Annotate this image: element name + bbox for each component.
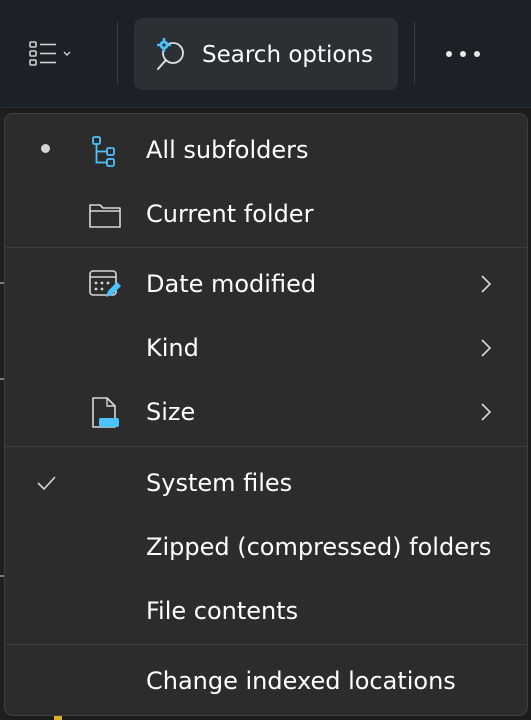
search-options-button[interactable]: Search options — [134, 18, 398, 90]
menu-item-zipped-folders[interactable]: Zipped (compressed) folders — [5, 517, 527, 577]
menu-item-label: All subfolders — [146, 136, 309, 164]
menu-item-label: Current folder — [146, 200, 314, 228]
menu-item-label: Date modified — [146, 270, 317, 298]
menu-item-label: Change indexed locations — [146, 667, 456, 695]
menu-item-label: Size — [146, 398, 196, 426]
chevron-right-icon — [479, 273, 493, 299]
file-size-icon — [87, 395, 123, 431]
more-ellipsis-icon — [446, 51, 480, 57]
menu-item-system-files[interactable]: System files — [5, 453, 527, 513]
search-options-menu: All subfolders Current folder Date modif… — [4, 113, 528, 716]
toolbar-separator — [117, 22, 118, 84]
menu-item-change-indexed-locations[interactable]: Change indexed locations — [5, 651, 527, 711]
menu-item-label: Kind — [146, 334, 199, 362]
toolbar-separator — [414, 22, 415, 84]
menu-divider — [5, 644, 527, 645]
menu-divider — [5, 247, 527, 248]
chevron-right-icon — [479, 337, 493, 363]
list-view-icon — [29, 41, 71, 66]
view-options-button[interactable] — [18, 28, 88, 80]
menu-item-label: File contents — [146, 597, 299, 625]
menu-item-label: Zipped (compressed) folders — [146, 533, 492, 561]
menu-item-size[interactable]: Size — [5, 382, 527, 442]
calendar-edit-icon — [87, 267, 123, 303]
menu-divider — [5, 446, 527, 447]
menu-item-current-folder[interactable]: Current folder — [5, 184, 527, 244]
command-bar: Search options — [0, 0, 531, 108]
menu-item-file-contents[interactable]: File contents — [5, 581, 527, 641]
more-options-button[interactable] — [430, 28, 496, 80]
menu-item-label: System files — [146, 469, 293, 497]
folder-icon — [87, 197, 123, 233]
menu-item-date-modified[interactable]: Date modified — [5, 254, 527, 314]
folder-tree-icon — [87, 133, 123, 169]
menu-item-all-subfolders[interactable]: All subfolders — [5, 120, 527, 180]
chevron-down-icon — [63, 51, 71, 56]
chevron-right-icon — [479, 401, 493, 427]
search-settings-icon — [154, 38, 188, 76]
checkmark-icon — [35, 472, 57, 498]
selected-bullet-icon — [41, 144, 50, 153]
menu-item-kind[interactable]: Kind — [5, 318, 527, 378]
search-options-label: Search options — [202, 42, 374, 68]
toolbar-divider — [0, 107, 531, 108]
